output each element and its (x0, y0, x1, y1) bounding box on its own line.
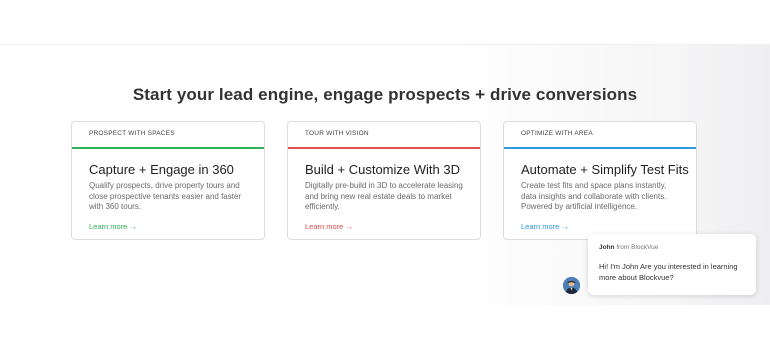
chat-message: Hi! I'm John Are you interested in learn… (599, 262, 738, 282)
card-title: Build + Customize With 3D (305, 162, 460, 177)
section-headline: Start your lead engine, engage prospects… (132, 85, 638, 104)
card-tag: PROSPECT WITH SPACES (89, 130, 175, 137)
chat-sender-suffix: from BlockVue (614, 244, 659, 251)
card-title: Automate + Simplify Test Fits (521, 162, 689, 177)
card-optimize-with-area: OPTIMIZE WITH AREA Automate + Simplify T… (503, 121, 697, 240)
card-tag: OPTIMIZE WITH AREA (521, 130, 593, 137)
chat-sender-name: John (599, 244, 615, 251)
card-title: Capture + Engage in 360 (89, 162, 234, 177)
card-tour-with-vision: TOUR WITH VISION Build + Customize With … (287, 121, 481, 240)
card-description: Qualify prospects, drive property tours … (89, 181, 242, 211)
card-description: Create test fits and space plans instant… (521, 181, 667, 211)
chat-sender: John from BlockVue (599, 244, 658, 251)
chat-bubble[interactable]: John from BlockVue Hi! I'm John Are you … (588, 234, 756, 295)
card-tag: TOUR WITH VISION (305, 130, 369, 137)
card-prospect-with-spaces: PROSPECT WITH SPACES Capture + Engage in… (71, 121, 265, 240)
learn-more-link-area[interactable]: Learn more → (521, 222, 569, 231)
top-divider (0, 44, 770, 45)
card-description: Digitally pre-build in 3D to accelerate … (305, 181, 463, 211)
learn-more-link-spaces[interactable]: Learn more → (89, 222, 137, 231)
learn-more-link-vision[interactable]: Learn more → (305, 222, 353, 231)
avatar-graphic (563, 277, 580, 294)
person-avatar-icon[interactable] (563, 277, 580, 294)
